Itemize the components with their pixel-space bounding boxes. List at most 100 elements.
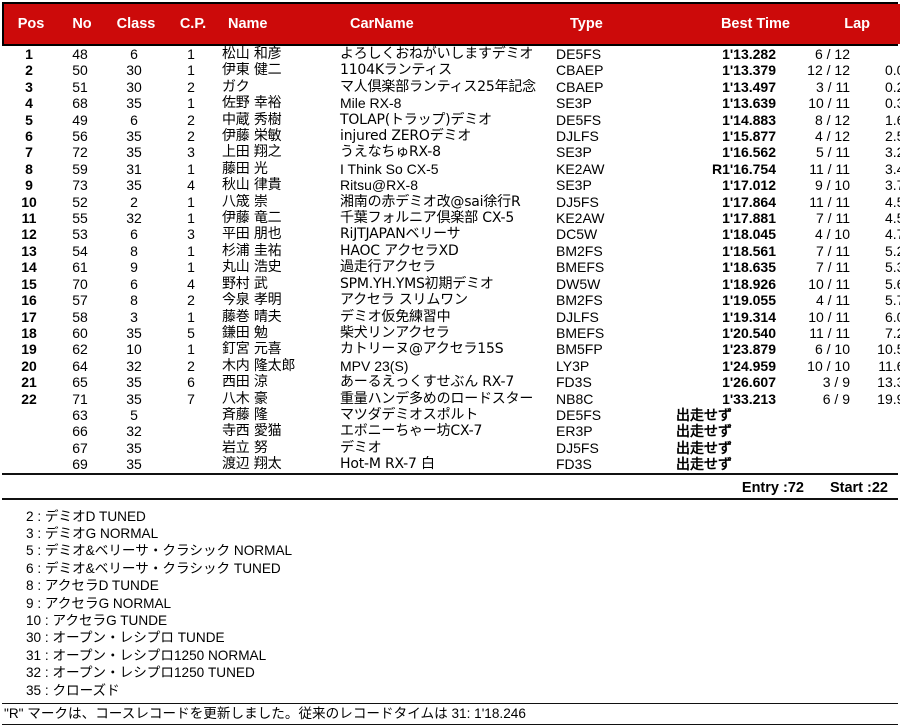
table-row[interactable]: 22 71 35 7 八木 豪 重量ハンデ多めのロードスター NB8C 1'33.213 6 /… [2,391,900,407]
table-row[interactable]: 9 73 35 4 秋山 律貴 Ritsu@RX-8 SE3P 1'17.012 9 / 10 3… [2,177,900,193]
cell-best-time: 1'15.877 [722,128,776,145]
cell-no: 48 [72,46,88,62]
cell-name: 渡辺 翔太 [222,456,282,473]
cell-carname: 千葉フォルニア倶楽部 CX-5 [340,210,515,227]
table-row[interactable]: 14 61 9 1 丸山 浩史 過走行アクセラ BMEFS 1'18.635 7 / 11 5.3… [2,259,900,275]
cell-no: 63 [72,406,88,423]
legend-item: 32 : オープン・レシプロ1250 TUNED [26,665,255,681]
column-header-best-time[interactable]: Best Time [686,4,800,44]
cell-no: 73 [72,177,88,194]
table-row[interactable]: 20 64 32 2 木内 隆太郎 MPV 23(S) LY3P 1'24.959 10 / 1… [2,358,900,374]
cell-carname: マツダデミオスポルト [340,406,478,423]
table-row[interactable]: 1 48 6 1 松山 和彦 よろしくおねがいしますデミオ DE5FS 1'13.282 6 /… [2,46,900,62]
column-header-pos[interactable]: Pos [4,4,58,44]
table-row[interactable]: 8 59 31 1 藤田 光 I Think So CX-5 KE2AW R1'16.754 1… [2,161,900,177]
table-row[interactable]: 10 52 2 1 八筬 崇 湘南の赤デミオ改@sai徐行R DJ5FS 1'17.864 11… [2,194,900,210]
cell-pos [2,440,56,456]
cell-best-time: 1'13.379 [722,62,776,79]
cell-no: 68 [72,95,88,112]
cell-no: 57 [72,292,88,309]
cell-name: 八木 豪 [222,390,268,407]
cell-name: 寺西 愛猫 [222,423,282,440]
table-row[interactable]: 7 72 35 3 上田 翔之 うえなちゅRX-8 SE3P 1'16.562 5 / 11 3.… [2,144,900,160]
cell-cp: 2 [187,111,195,128]
cell-cp: 3 [187,144,195,161]
cell-gap: 4.763 [884,226,900,243]
cell-cp: 6 [187,374,195,391]
entry-count: Entry :72 [741,479,804,496]
cell-name: 伊藤 栄敏 [222,128,282,145]
table-row[interactable]: 13 54 8 1 杉浦 圭祐 HAOC アクセラXD BM2FS 1'18.561 7 / 1… [2,243,900,259]
cell-lap: 7 / 11 [816,210,850,227]
cell-pos: 19 [21,341,37,358]
cell-cp: 1 [187,308,195,325]
cell-name: 伊藤 竜二 [222,210,282,227]
cell-gap: 5.773 [884,292,900,309]
table-row[interactable]: 12 53 6 3 平田 朋也 RiJTJAPANベリーサ DC5W 1'18.045 4 / … [2,226,900,242]
column-header-name[interactable]: Name [220,4,342,44]
cell-best-time: 出走せず [676,423,732,440]
table-row[interactable]: 69 35 渡辺 翔太 Hot-M RX-7 白 FD3S 出走せず [2,456,900,472]
cell-type: BMEFS [556,324,605,341]
cell-carname: injured ZEROデミオ [340,128,472,145]
cell-lap: 6 / 12 [814,46,850,62]
results-sheet: Pos No Class C.P. Name CarName Type Best… [0,0,900,725]
cell-class: 5 [130,406,138,423]
cell-carname: SPM.YH.YMS初期デミオ [340,275,494,292]
table-row[interactable]: 5 49 6 2 中蔵 秀樹 TOLAP(トラップ)デミオ DE5FS 1'14.883 8 /… [2,112,900,128]
table-row[interactable]: 15 70 6 4 野村 武 SPM.YH.YMS初期デミオ DW5W 1'18.926 10 … [2,276,900,292]
cell-carname: あーるえっくすせぶん RX-7 [340,374,515,391]
cell-type: DW5W [556,275,601,292]
cell-carname: カトリーヌ@アクセラ15S [340,341,504,358]
cell-class: 35 [126,324,142,341]
cell-gap: 4.582 [884,193,900,210]
cell-no: 66 [72,423,88,440]
legend-item: 3 : デミオG NORMAL [26,525,159,541]
cell-pos [2,456,56,472]
cell-carname: エボニーちゃー坊CX-7 [340,423,483,440]
cell-type: SE3P [556,95,592,112]
table-row[interactable]: 66 32 寺西 愛猫 エボニーちゃー坊CX-7 ER3P 出走せず [2,423,900,439]
table-row[interactable]: 11 55 32 1 伊藤 竜二 千葉フォルニア倶楽部 CX-5 KE2AW 1'17.881… [2,210,900,226]
record-footnote: "R" マークは、コースレコードを更新しました。従来のレコードタイムは 31: … [4,706,526,722]
cell-cp: 1 [187,62,195,79]
column-header-class[interactable]: Class [106,4,166,44]
cell-pos: 13 [21,242,37,259]
table-row[interactable]: 6 56 35 2 伊藤 栄敏 injured ZEROデミオ DJLFS 1'15.877 4… [2,128,900,144]
cell-gap [854,440,900,456]
column-header-lap[interactable]: Lap [800,4,878,44]
cell-cp: 2 [187,292,195,309]
cell-gap: 5.279 [884,242,900,259]
table-row[interactable]: 3 51 30 2 ガク マ人倶楽部ランティス25年記念 CBAEP 1'13.497 3 / … [2,79,900,95]
table-row[interactable]: 67 35 岩立 努 デミオ DJ5FS 出走せず [2,440,900,456]
cell-lap: 10 / 11 [808,275,850,292]
column-header-gap[interactable]: Gap [878,4,900,44]
column-header-carname[interactable]: CarName [342,4,562,44]
cell-pos: 14 [21,259,37,276]
legend-item: 35 : クローズド [26,682,120,698]
table-row[interactable]: 2 50 30 1 伊東 健二 1104Kランティス CBAEP 1'13.379 12 / 1… [2,62,900,78]
table-row[interactable]: 4 68 35 1 佐野 幸裕 Mile RX-8 SE3P 1'13.639 10 / 11 0… [2,95,900,111]
cell-type: KE2AW [556,210,605,227]
results-body: 1 48 6 1 松山 和彦 よろしくおねがいしますデミオ DE5FS 1'13.282 6 /… [0,46,900,473]
column-header-type[interactable]: Type [562,4,686,44]
column-header-no[interactable]: No [58,4,106,44]
cell-cp: 1 [187,95,195,112]
cell-lap: 9 / 10 [814,177,850,194]
cell-best-time: 1'20.540 [722,324,776,341]
table-row[interactable]: 21 65 35 6 西田 涼 あーるえっくすせぶん RX-7 FD3S 1'26.607 3 … [2,374,900,390]
legend-item: 5 : デミオ&ベリーサ・クラシック NORMAL [26,543,293,559]
cell-carname: よろしくおねがいしますデミオ [340,46,534,62]
cell-name: 秋山 律貴 [222,177,282,194]
cell-gap: 2.595 [884,128,900,145]
cell-lap: 4 / 10 [814,226,850,243]
cell-type: SE3P [556,144,592,161]
table-row[interactable]: 19 62 10 1 釘宮 元喜 カトリーヌ@アクセラ15S BM5FP 1'23.879 6 … [2,341,900,357]
table-row[interactable]: 18 60 35 5 鎌田 勉 柴犬リンアクセラ BMEFS 1'20.540 11 / 11 7… [2,325,900,341]
table-row[interactable]: 17 58 3 1 藤巻 晴夫 デミオ仮免練習中 DJLFS 1'19.314 10 / 11 6… [2,309,900,325]
cell-lap: 3 / 9 [822,374,850,391]
column-header-cp[interactable]: C.P. [166,4,220,44]
cell-pos: 1 [25,46,33,62]
table-row[interactable]: 63 5 斉藤 隆 マツダデミオスポルト DE5FS 出走せず [2,407,900,423]
table-row[interactable]: 16 57 8 2 今泉 孝明 アクセラ スリムワン BM2FS 1'19.055 4 / 11… [2,292,900,308]
